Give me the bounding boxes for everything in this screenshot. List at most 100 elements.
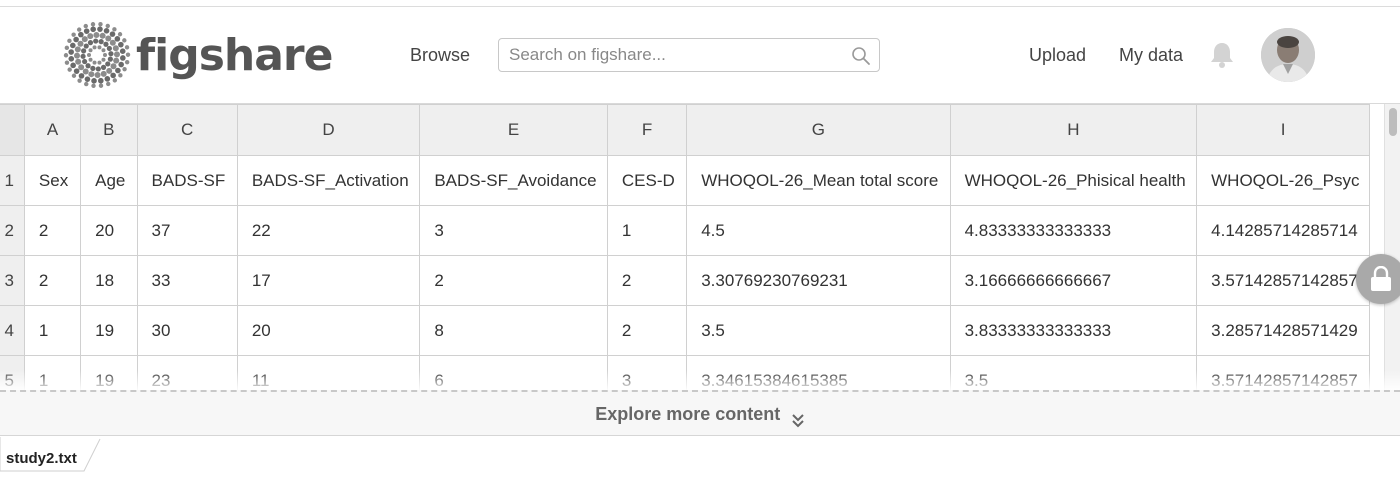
table-cell[interactable]: WHOQOL-26_Phisical health xyxy=(949,155,1198,206)
logo-dot xyxy=(84,76,91,82)
logo-dot xyxy=(100,64,107,70)
logo-dot xyxy=(113,57,120,64)
figshare-logo[interactable]: figshare xyxy=(62,21,333,89)
table-cell[interactable]: 20 xyxy=(80,205,138,256)
logo-dot xyxy=(110,72,116,79)
table-cell[interactable]: 2 xyxy=(606,305,688,356)
row-number[interactable]: 4 xyxy=(0,305,25,356)
logo-dot xyxy=(92,45,97,50)
table-cell[interactable]: 4.5 xyxy=(686,205,951,256)
table-cell[interactable]: BADS-SF xyxy=(136,155,238,206)
explore-more-label: Explore more content xyxy=(595,404,781,424)
table-cell[interactable]: BADS-SF_Activation xyxy=(236,155,421,206)
table-cell[interactable]: 22 xyxy=(236,205,421,256)
table-cell[interactable]: 30 xyxy=(136,305,238,356)
logo-dot xyxy=(105,61,111,67)
logo-dot xyxy=(73,68,80,74)
table-cell[interactable]: 17 xyxy=(236,255,421,306)
logo-dot xyxy=(68,56,75,62)
user-avatar[interactable] xyxy=(1261,28,1315,82)
logo-dot xyxy=(74,52,81,59)
column-header-i[interactable]: I xyxy=(1196,104,1370,156)
column-header-f[interactable]: F xyxy=(606,104,688,156)
table-cell[interactable]: 1 xyxy=(606,205,688,256)
logo-dot xyxy=(101,57,106,62)
row-number[interactable]: 2 xyxy=(0,205,25,256)
site-header: figshare Browse Upload My data xyxy=(0,7,1400,104)
column-header-b[interactable]: B xyxy=(80,104,138,156)
logo-dot xyxy=(87,33,94,40)
nav-browse-link[interactable]: Browse xyxy=(410,45,470,66)
logo-dot xyxy=(120,55,126,61)
logo-dot xyxy=(63,53,69,58)
search-input[interactable] xyxy=(499,39,839,71)
logo-dot xyxy=(115,67,121,74)
table-cell[interactable]: Sex xyxy=(23,155,82,206)
logo-dot xyxy=(118,73,123,78)
row-number[interactable]: 3 xyxy=(0,255,25,306)
logo-dot xyxy=(78,73,85,79)
logo-dot xyxy=(106,67,113,74)
table-cell[interactable]: 1 xyxy=(23,305,82,356)
scrollbar-thumb[interactable] xyxy=(1389,108,1397,136)
column-header-g[interactable]: G xyxy=(686,104,951,156)
logo-dot xyxy=(78,64,85,71)
content-fade xyxy=(0,370,1400,390)
table-cell[interactable]: 4.14285714285714 xyxy=(1196,205,1370,256)
row-number[interactable]: 1 xyxy=(0,155,25,206)
data-table: ABCDEFGHI 1 Sex Age BADS-SF BADS-SF_Activati… xyxy=(0,104,1370,390)
table-cell[interactable]: 19 xyxy=(80,305,138,356)
logo-dot xyxy=(97,26,103,32)
table-cell[interactable]: 2 xyxy=(23,255,82,306)
logo-dot xyxy=(83,28,90,34)
column-header-e[interactable]: E xyxy=(419,104,608,156)
logo-dot xyxy=(76,27,82,32)
table-cell[interactable]: 2 xyxy=(23,205,82,256)
logo-dot xyxy=(124,59,130,65)
logo-dot xyxy=(77,78,82,83)
table-cell[interactable]: 3.30769230769231 xyxy=(686,255,951,306)
table-cell[interactable]: 18 xyxy=(80,255,138,306)
table-cell[interactable]: 4.83333333333333 xyxy=(949,205,1198,256)
search-icon[interactable] xyxy=(851,46,871,66)
nav-mydata-link[interactable]: My data xyxy=(1119,45,1183,66)
lock-icon xyxy=(1371,266,1391,291)
column-header-h[interactable]: H xyxy=(949,104,1198,156)
table-cell[interactable]: 2 xyxy=(606,255,688,306)
logo-dot xyxy=(64,45,70,51)
logo-dot xyxy=(98,83,104,88)
table-cell[interactable]: WHOQOL-26_Mean total score xyxy=(686,155,951,206)
logo-dot xyxy=(91,83,96,88)
lock-button[interactable] xyxy=(1356,254,1400,304)
table-cell[interactable]: 33 xyxy=(136,255,238,306)
table-cell[interactable]: 8 xyxy=(419,305,608,356)
table-cell[interactable]: WHOQOL-26_Psyc xyxy=(1196,155,1370,206)
table-row: 4 1 19 30 20 8 2 3.5 3.83333333333333 3.285714285… xyxy=(0,305,1370,356)
logo-dot xyxy=(84,81,89,87)
table-cell[interactable]: 3.16666666666667 xyxy=(949,255,1198,306)
nav-upload-link[interactable]: Upload xyxy=(1029,45,1086,66)
logo-dot xyxy=(67,67,72,72)
table-cell[interactable]: 3.57142857142857 xyxy=(1196,255,1370,306)
logo-dot xyxy=(106,45,112,52)
table-cell[interactable]: CES-D xyxy=(606,155,688,206)
table-cell[interactable]: 37 xyxy=(136,205,238,256)
column-header-a[interactable]: A xyxy=(23,104,82,156)
logo-dot xyxy=(75,58,82,65)
column-header-d[interactable]: D xyxy=(236,104,421,156)
table-cell[interactable]: 3 xyxy=(419,205,608,256)
bell-icon[interactable] xyxy=(1209,41,1235,69)
table-cell[interactable]: 20 xyxy=(236,305,421,356)
vertical-scrollbar[interactable] xyxy=(1384,104,1400,390)
table-cell[interactable]: 3.28571428571429 xyxy=(1196,305,1370,356)
table-cell[interactable]: 2 xyxy=(419,255,608,306)
table-cell[interactable]: Age xyxy=(80,155,138,206)
logo-dot xyxy=(80,53,86,59)
table-cell[interactable]: 3.83333333333333 xyxy=(949,305,1198,356)
explore-more-button[interactable]: Explore more content xyxy=(0,390,1400,436)
table-cell[interactable]: 3.5 xyxy=(686,305,951,356)
double-chevron-down-icon xyxy=(792,414,804,428)
column-header-c[interactable]: C xyxy=(136,104,238,156)
table-cell[interactable]: BADS-SF_Avoidance xyxy=(419,155,608,206)
logo-dot xyxy=(83,43,89,49)
